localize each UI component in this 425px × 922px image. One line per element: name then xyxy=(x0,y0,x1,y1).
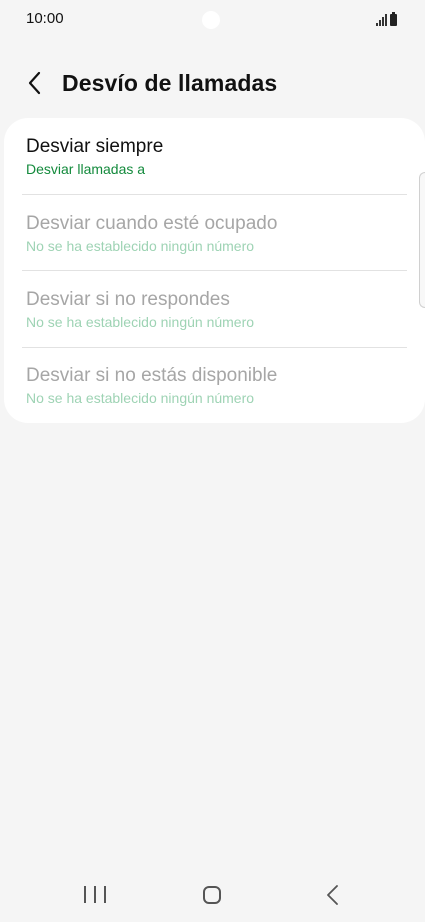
nav-back-button[interactable] xyxy=(322,883,344,907)
option-subtitle: No se ha establecido ningún número xyxy=(26,238,255,254)
option-title: Desviar siempre xyxy=(26,136,164,157)
option-subtitle: Desviar llamadas a xyxy=(26,161,146,177)
back-button[interactable] xyxy=(20,68,50,98)
status-time: 10:00 xyxy=(26,10,64,27)
option-title: Desviar si no estás disponible xyxy=(26,365,278,386)
navigation-bar xyxy=(0,866,425,922)
status-icons xyxy=(376,12,397,26)
option-subtitle: No se ha establecido ningún número xyxy=(26,390,255,406)
option-title: Desviar cuando esté ocupado xyxy=(26,213,278,234)
signal-bars-icon xyxy=(376,14,387,26)
home-button[interactable] xyxy=(203,886,221,904)
chevron-left-icon xyxy=(28,71,41,95)
divider xyxy=(22,270,407,271)
phone-screen: 10:00 Desvío de llamadas Desviar siempre… xyxy=(0,0,425,922)
recents-icon xyxy=(84,886,86,903)
option-forward-unavailable[interactable]: Desviar si no estás disponible No se ha … xyxy=(26,365,407,407)
option-always-forward[interactable]: Desviar siempre Desviar llamadas a xyxy=(26,136,407,178)
recents-button[interactable] xyxy=(84,886,106,904)
recents-icon xyxy=(104,886,106,903)
edge-panel-handle[interactable] xyxy=(419,172,425,308)
app-header: Desvío de llamadas xyxy=(0,58,425,108)
battery-icon xyxy=(390,12,397,26)
back-icon xyxy=(327,885,338,905)
front-camera xyxy=(202,11,220,29)
forwarding-options-card: Desviar siempre Desviar llamadas a Desvi… xyxy=(4,118,425,423)
page-title: Desvío de llamadas xyxy=(62,70,278,96)
recents-icon xyxy=(94,886,96,903)
option-forward-when-busy[interactable]: Desviar cuando esté ocupado No se ha est… xyxy=(26,213,407,255)
divider xyxy=(22,347,407,348)
status-bar: 10:00 xyxy=(0,0,425,40)
divider xyxy=(22,194,407,195)
option-forward-no-answer[interactable]: Desviar si no respondes No se ha estable… xyxy=(26,289,407,331)
option-title: Desviar si no respondes xyxy=(26,289,230,310)
option-subtitle: No se ha establecido ningún número xyxy=(26,314,255,330)
